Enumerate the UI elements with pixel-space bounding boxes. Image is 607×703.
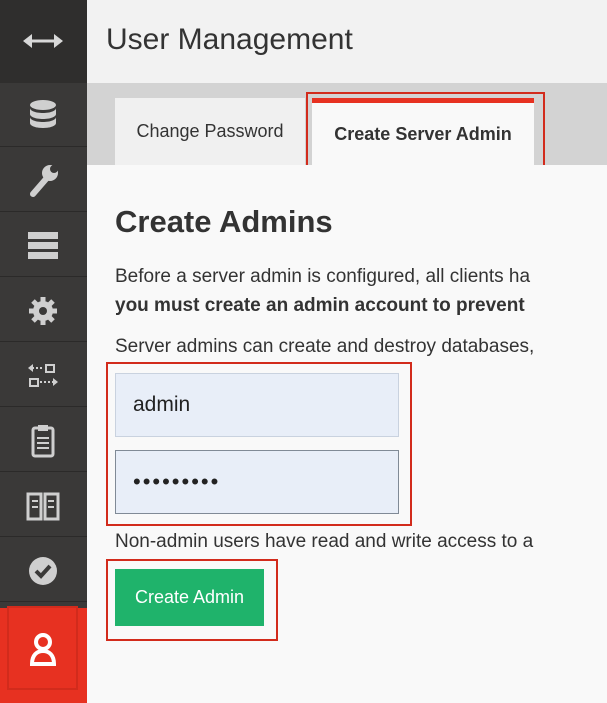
wrench-icon: [30, 165, 58, 197]
sidebar-item-verify[interactable]: [0, 538, 87, 602]
tab-change-password[interactable]: Change Password: [115, 98, 305, 165]
clipboard-icon: [31, 425, 55, 458]
sidebar-item-replication[interactable]: [0, 343, 87, 407]
sidebar-item-setup[interactable]: [0, 148, 87, 212]
sidebar-item-config[interactable]: [0, 278, 87, 342]
gear-icon: [29, 297, 57, 325]
check-circle-icon: [29, 557, 57, 585]
warning-text: you must create an admin account to prev…: [115, 295, 525, 316]
expand-arrows-icon: [23, 34, 63, 48]
non-admin-info-text: Non-admin users have read and write acce…: [115, 531, 534, 552]
sidebar-item-active-tasks[interactable]: [0, 213, 87, 277]
page-header: User Management: [87, 0, 607, 83]
replication-icon: [28, 364, 58, 387]
section-heading: Create Admins: [115, 204, 333, 239]
highlight-user-nav: [7, 606, 78, 690]
sidebar-item-databases[interactable]: [0, 83, 87, 147]
sidebar-item-logs[interactable]: [0, 408, 87, 472]
database-icon: [30, 100, 56, 128]
sidebar-item-documentation[interactable]: [0, 473, 87, 537]
highlight-fields: [106, 362, 412, 526]
admin-info-text: Server admins can create and destroy dat…: [115, 336, 535, 357]
book-icon: [26, 492, 60, 521]
page-title: User Management: [106, 23, 353, 56]
server-icon: [28, 232, 58, 259]
highlight-button: [106, 559, 278, 641]
sidebar-toggle-button[interactable]: [0, 0, 87, 83]
sidebar: [0, 0, 87, 703]
intro-text: Before a server admin is configured, all…: [115, 266, 531, 287]
